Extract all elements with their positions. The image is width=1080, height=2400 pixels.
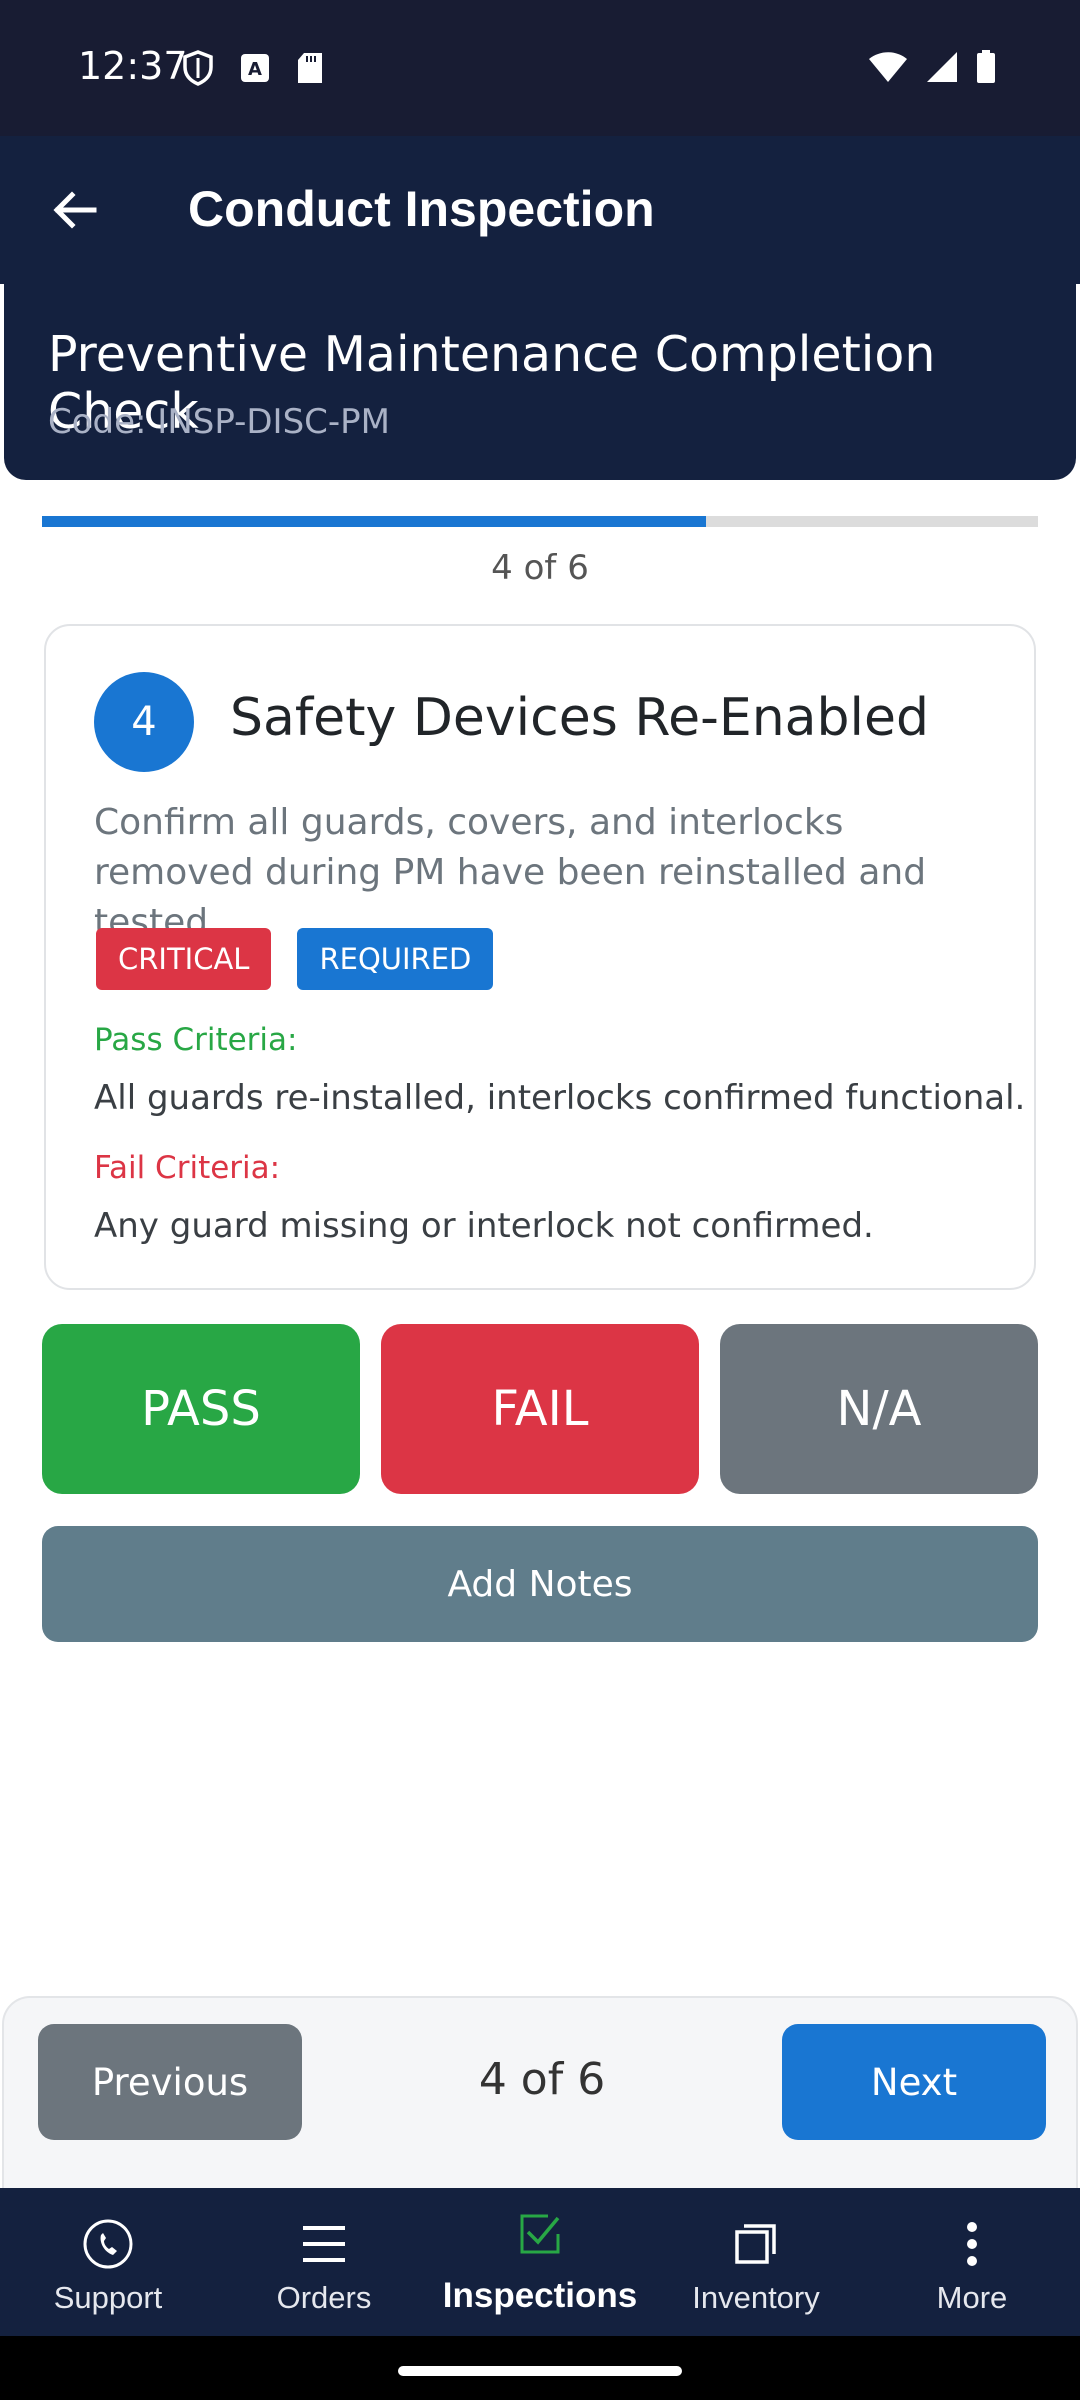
battery-icon xyxy=(976,50,996,89)
tab-label: Inventory xyxy=(692,2280,820,2315)
text-a-icon: A xyxy=(240,53,270,88)
checklist-header: Preventive Maintenance Completion Check … xyxy=(2,284,1078,482)
pass-button[interactable]: PASS xyxy=(42,1324,360,1494)
next-button[interactable]: Next xyxy=(782,2024,1046,2140)
arrow-left-icon xyxy=(53,191,97,229)
status-icons-right xyxy=(868,50,996,89)
status-time: 12:37 xyxy=(78,44,188,88)
checkbox-icon xyxy=(512,2206,568,2262)
phone-icon xyxy=(80,2216,136,2272)
app-bar: Conduct Inspection xyxy=(0,136,1080,284)
fail-criteria-label: Fail Criteria: xyxy=(94,1150,281,1186)
tab-label: Support xyxy=(53,2280,163,2315)
item-number-badge: 4 xyxy=(94,672,194,772)
tab-orders[interactable]: Orders xyxy=(216,2188,432,2336)
progress-fill xyxy=(42,516,707,527)
tab-label: Inspections xyxy=(442,2276,638,2315)
status-icons-left: A xyxy=(182,50,324,91)
bottom-tab-bar: Support Orders Inspections Inventory Mor… xyxy=(0,2188,1080,2336)
progress-bar xyxy=(42,516,1038,527)
back-button[interactable] xyxy=(42,178,106,242)
page-title: Conduct Inspection xyxy=(188,181,655,237)
progress-label: 4 of 6 xyxy=(491,548,589,588)
box-icon xyxy=(728,2216,784,2272)
home-indicator[interactable] xyxy=(398,2366,682,2376)
item-description: Confirm all guards, covers, and interloc… xyxy=(94,802,927,943)
step-navigation: Previous 4 of 6 Next xyxy=(2,1996,1078,2188)
add-notes-button[interactable]: Add Notes xyxy=(42,1526,1038,1642)
shield-icon xyxy=(182,50,214,91)
tab-more[interactable]: More xyxy=(864,2188,1080,2336)
svg-text:A: A xyxy=(248,59,262,80)
gesture-bar xyxy=(0,2336,1080,2400)
tab-support[interactable]: Support xyxy=(0,2188,216,2336)
tab-inventory[interactable]: Inventory xyxy=(648,2188,864,2336)
item-title: Safety Devices Re-Enabled xyxy=(230,688,930,748)
fail-button[interactable]: FAIL xyxy=(381,1324,699,1494)
tab-label: Orders xyxy=(276,2280,372,2315)
inspection-item-card: 4 Safety Devices Re-Enabled Confirm all … xyxy=(44,624,1036,1290)
sd-card-icon xyxy=(296,52,324,89)
checklist-code: Code: INSP-DISC-PM xyxy=(48,402,391,442)
item-badges: CRITICAL REQUIRED xyxy=(96,928,494,990)
status-bar: 12:37 A xyxy=(0,0,1080,136)
na-button[interactable]: N/A xyxy=(720,1324,1038,1494)
signal-icon xyxy=(926,51,958,88)
tab-inspections[interactable]: Inspections xyxy=(432,2188,648,2336)
list-icon xyxy=(296,2216,352,2272)
required-badge: REQUIRED xyxy=(297,928,494,990)
more-vertical-icon xyxy=(944,2216,1000,2272)
tab-label: More xyxy=(936,2280,1008,2315)
pass-criteria-text: All guards re-installed, interlocks conf… xyxy=(94,1078,1026,1118)
pass-criteria-label: Pass Criteria: xyxy=(94,1022,298,1058)
wifi-icon xyxy=(868,51,908,88)
critical-badge: CRITICAL xyxy=(96,928,272,990)
fail-criteria-text: Any guard missing or interlock not confi… xyxy=(94,1206,874,1246)
